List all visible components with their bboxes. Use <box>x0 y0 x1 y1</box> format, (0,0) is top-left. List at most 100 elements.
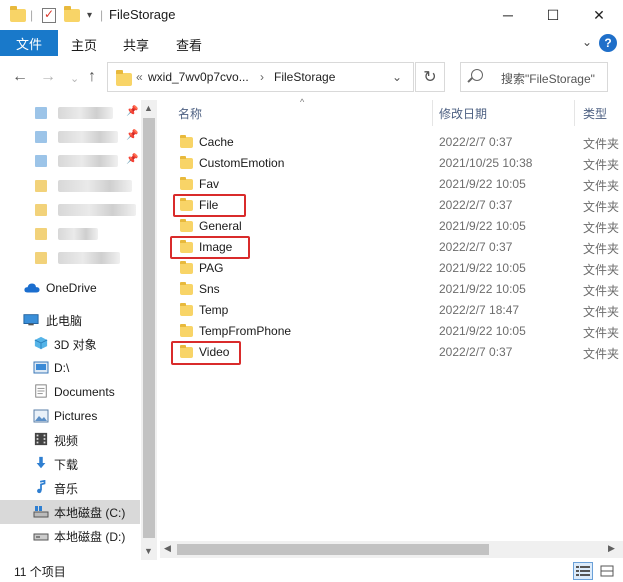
blurred-quick-access-icon <box>35 131 47 143</box>
close-button[interactable]: ✕ <box>576 0 622 30</box>
onedrive-cloud-icon <box>24 283 40 293</box>
properties-icon[interactable] <box>42 6 56 24</box>
breadcrumb-separator: › <box>260 70 264 84</box>
nav-music[interactable]: 音乐 <box>0 476 140 500</box>
blurred-quick-access-item[interactable] <box>58 155 118 167</box>
search-input[interactable]: 搜索"FileStorage" <box>460 62 608 92</box>
blurred-quick-access-item[interactable] <box>58 107 113 119</box>
ribbon-tabs: 文件 主页 共享 查看 ⌄ ? <box>0 30 623 56</box>
nav-local-disk-d[interactable]: 本地磁盘 (D:) <box>0 524 140 548</box>
recent-locations-button[interactable]: ⌄ <box>70 72 79 85</box>
refresh-button[interactable]: ↻ <box>415 62 445 92</box>
blurred-quick-access-icon <box>35 180 47 192</box>
scroll-up-icon[interactable]: ▲ <box>144 103 153 113</box>
file-type: 文件夹 <box>583 158 620 172</box>
blurred-quick-access-item[interactable] <box>58 252 120 264</box>
file-modified: 2022/2/7 0:37 <box>439 240 513 254</box>
address-dropdown-icon[interactable]: ⌄ <box>392 70 402 84</box>
file-row-fav[interactable]: Fav 2021/9/22 10:05 文件夹 <box>174 174 623 195</box>
forward-button[interactable]: → <box>40 68 56 86</box>
3d-objects-icon <box>34 336 48 350</box>
blurred-quick-access-icon <box>35 204 47 216</box>
file-modified: 2021/9/22 10:05 <box>439 324 526 338</box>
address-row: ← → ⌄ ↑ « wxid_7wv0p7cvo... › FileStorag… <box>0 56 623 100</box>
tab-view[interactable]: 查看 <box>176 35 202 54</box>
nav-this-pc[interactable]: 此电脑 <box>0 308 140 332</box>
nav-pictures[interactable]: Pictures <box>0 404 140 428</box>
new-folder-icon[interactable] <box>64 5 80 24</box>
folder-icon <box>180 177 193 190</box>
folder-icon <box>180 324 193 337</box>
file-type: 文件夹 <box>583 137 620 151</box>
status-bar: 11 个项目 <box>0 560 623 582</box>
minimize-button[interactable]: ─ <box>485 0 531 30</box>
details-view-button[interactable] <box>573 562 593 580</box>
overflow-chevron[interactable]: « <box>136 70 143 84</box>
nav-3d-objects[interactable]: 3D 对象 <box>0 332 140 356</box>
blurred-quick-access-item[interactable] <box>58 228 98 240</box>
column-divider[interactable] <box>574 100 575 126</box>
window-title: FileStorage <box>109 7 176 22</box>
nav-local-disk-c[interactable]: 本地磁盘 (C:) <box>0 500 140 524</box>
file-row-sns[interactable]: Sns 2021/9/22 10:05 文件夹 <box>174 279 623 300</box>
address-bar[interactable]: « wxid_7wv0p7cvo... › FileStorage ⌄ <box>107 62 414 92</box>
tab-file[interactable]: 文件 <box>0 30 58 56</box>
back-button[interactable]: ← <box>12 68 28 86</box>
breadcrumb-filestorage[interactable]: FileStorage <box>274 70 335 84</box>
nav-documents[interactable]: Documents <box>0 380 140 404</box>
nav-videos[interactable]: 视频 <box>0 428 140 452</box>
scroll-right-icon[interactable]: ▶ <box>608 543 615 554</box>
file-modified: 2021/9/22 10:05 <box>439 282 526 296</box>
separator: | <box>30 8 34 22</box>
nav-d-drive[interactable]: D:\ <box>0 356 140 380</box>
tab-share[interactable]: 共享 <box>123 35 149 54</box>
blurred-quick-access-item[interactable] <box>58 204 136 216</box>
column-header-modified[interactable]: 修改日期 <box>439 105 487 122</box>
file-type: 文件夹 <box>583 200 620 214</box>
customize-toolbar-icon[interactable]: ▾ <box>87 6 92 24</box>
music-icon <box>37 480 46 494</box>
nav-scrollbar[interactable]: ▲ ▼ <box>141 100 157 560</box>
expand-ribbon-icon[interactable]: ⌄ <box>582 35 592 49</box>
download-icon <box>36 456 46 469</box>
column-divider[interactable] <box>432 100 433 126</box>
file-row-cache[interactable]: Cache 2022/2/7 0:37 文件夹 <box>174 132 623 153</box>
maximize-button[interactable]: ☐ <box>530 0 576 30</box>
large-icons-view-icon <box>600 565 614 577</box>
scroll-down-icon[interactable]: ▼ <box>144 546 153 556</box>
blurred-quick-access-item[interactable] <box>58 180 132 192</box>
file-row-temp[interactable]: Temp 2022/2/7 18:47 文件夹 <box>174 300 623 321</box>
explorer-window: | ▾ | FileStorage ─ ☐ ✕ 文件 主页 共享 查看 ⌄ ? … <box>0 0 623 582</box>
breadcrumb-wxid[interactable]: wxid_7wv0p7cvo... <box>148 70 249 84</box>
separator: | <box>100 8 104 22</box>
scroll-thumb[interactable] <box>177 544 489 555</box>
large-icons-view-button[interactable] <box>597 562 617 580</box>
column-header-name[interactable]: 名称 <box>178 105 202 122</box>
up-button[interactable]: ↑ <box>88 68 96 86</box>
item-count: 11 个项目 <box>14 565 66 579</box>
file-row-tempfromphone[interactable]: TempFromPhone 2021/9/22 10:05 文件夹 <box>174 321 623 342</box>
file-name: Cache <box>199 135 234 149</box>
file-row-video[interactable]: Video 2022/2/7 0:37 文件夹 <box>174 342 623 363</box>
nav-item-label: 视频 <box>54 433 79 448</box>
navigation-pane: 📌 📌 📌 OneDrive 此电脑 3D 对象 D:\ Documents P… <box>0 100 157 560</box>
local-disk-icon <box>33 533 49 541</box>
pin-icon: 📌 <box>126 106 139 117</box>
nav-downloads[interactable]: 下载 <box>0 452 140 476</box>
highlight-box-image <box>170 236 250 259</box>
blurred-quick-access-icon <box>35 107 47 119</box>
file-row-pag[interactable]: PAG 2021/9/22 10:05 文件夹 <box>174 258 623 279</box>
nav-onedrive[interactable]: OneDrive <box>0 276 140 300</box>
blurred-quick-access-item[interactable] <box>58 131 118 143</box>
scroll-thumb[interactable] <box>143 118 155 538</box>
file-row-general[interactable]: General 2021/9/22 10:05 文件夹 <box>174 216 623 237</box>
help-icon[interactable]: ? <box>599 34 617 52</box>
scroll-left-icon[interactable]: ◀ <box>164 543 171 554</box>
folder-icon <box>180 135 193 148</box>
tab-home[interactable]: 主页 <box>71 35 97 54</box>
column-header-type[interactable]: 类型 <box>583 105 607 122</box>
file-modified: 2022/2/7 18:47 <box>439 303 520 317</box>
file-row-customemotion[interactable]: CustomEmotion 2021/10/25 10:38 文件夹 <box>174 153 623 174</box>
file-list-horizontal-scrollbar[interactable]: ◀ ▶ <box>160 541 623 558</box>
nav-item-label: 下载 <box>54 457 79 472</box>
